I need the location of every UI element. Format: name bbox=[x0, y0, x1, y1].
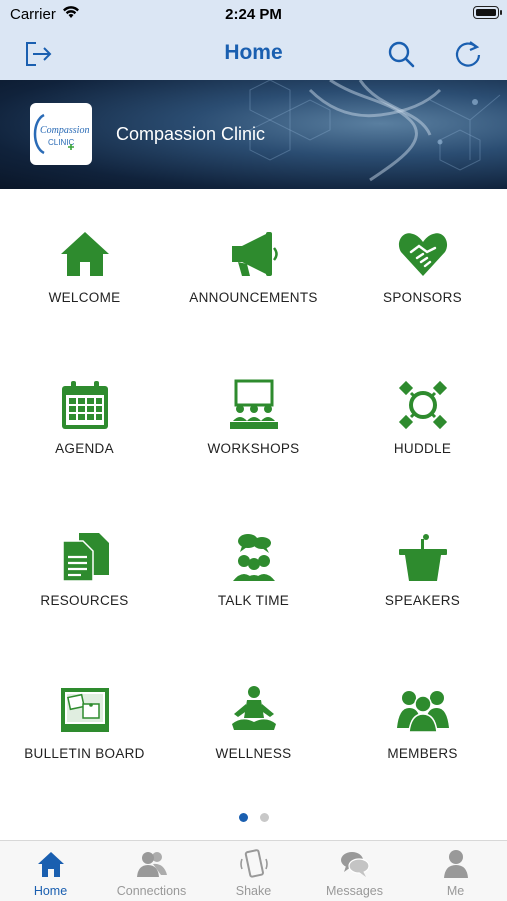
grid-item-wellness[interactable]: WELLNESS bbox=[169, 684, 338, 794]
tab-shake[interactable]: Shake bbox=[203, 841, 304, 901]
organization-logo: Compassion CLINIC bbox=[30, 103, 92, 165]
handshake-heart-icon bbox=[398, 233, 448, 276]
status-bar: Carrier 2:24 PM bbox=[0, 0, 507, 28]
home-icon bbox=[38, 852, 64, 877]
group-icon bbox=[397, 691, 449, 733]
page-indicator[interactable] bbox=[0, 813, 507, 823]
page-title: Home bbox=[224, 41, 283, 64]
presentation-audience-icon bbox=[230, 379, 278, 429]
grid-item-talk-time[interactable]: TALK TIME bbox=[169, 531, 338, 641]
grid-item-announcements[interactable]: ANNOUNCEMENTS bbox=[169, 228, 338, 338]
grid-item-label: MEMBERS bbox=[387, 746, 458, 761]
tab-label: Messages bbox=[326, 884, 383, 898]
grid-item-label: TALK TIME bbox=[217, 593, 290, 608]
grid-item-label: SPEAKERS bbox=[384, 593, 461, 608]
huddle-icon bbox=[398, 380, 448, 430]
grid-item-sponsors[interactable]: SPONSORS bbox=[338, 228, 507, 338]
grid-item-huddle[interactable]: HUDDLE bbox=[338, 379, 507, 489]
tab-label: Me bbox=[446, 884, 465, 898]
grid-item-speakers[interactable]: SPEAKERS bbox=[338, 531, 507, 641]
people-icon bbox=[137, 852, 167, 877]
tab-home[interactable]: Home bbox=[0, 841, 101, 901]
navigation-bar: Home bbox=[0, 28, 507, 80]
tab-bar: Home Connections Shake Messages Me bbox=[0, 840, 507, 901]
svg-text:Compassion: Compassion bbox=[40, 125, 89, 136]
tab-connections[interactable]: Connections bbox=[101, 841, 202, 901]
grid-item-bulletin-board[interactable]: BULLETIN BOARD bbox=[0, 684, 169, 794]
talk-people-icon bbox=[233, 534, 275, 581]
megaphone-icon bbox=[232, 232, 278, 276]
grid-item-members[interactable]: MEMBERS bbox=[338, 684, 507, 794]
grid-item-label: WELLNESS bbox=[215, 746, 292, 761]
grid-item-label: WELCOME bbox=[48, 290, 121, 305]
tab-messages[interactable]: Messages bbox=[304, 841, 405, 901]
phone-shake-icon bbox=[240, 849, 268, 878]
calendar-icon bbox=[62, 381, 108, 429]
tab-label: Home bbox=[33, 884, 68, 898]
bulletin-board-icon bbox=[61, 688, 109, 732]
documents-icon bbox=[62, 533, 109, 582]
grid-item-label: SPONSORS bbox=[383, 290, 462, 305]
grid-item-label: AGENDA bbox=[55, 441, 114, 456]
grid-item-welcome[interactable]: WELCOME bbox=[0, 228, 169, 338]
tab-me[interactable]: Me bbox=[405, 841, 506, 901]
grid-item-resources[interactable]: RESOURCES bbox=[0, 531, 169, 641]
page-dot[interactable] bbox=[260, 813, 269, 822]
battery-icon bbox=[473, 6, 502, 19]
grid-item-label: WORKSHOPS bbox=[207, 441, 300, 456]
home-icon bbox=[61, 232, 109, 276]
clock: 2:24 PM bbox=[225, 6, 282, 23]
compassion-clinic-logo: Compassion CLINIC bbox=[33, 113, 89, 155]
grid-item-label: ANNOUNCEMENTS bbox=[189, 290, 318, 305]
page-dot-active[interactable] bbox=[239, 813, 248, 822]
meditation-icon bbox=[232, 686, 276, 730]
search-icon[interactable] bbox=[385, 38, 417, 70]
grid-item-agenda[interactable]: AGENDA bbox=[0, 379, 169, 489]
tab-label: Connections bbox=[116, 884, 187, 898]
grid-item-workshops[interactable]: WORKSHOPS bbox=[169, 379, 338, 489]
podium-icon bbox=[399, 534, 447, 581]
refresh-icon[interactable] bbox=[452, 38, 484, 70]
grid-item-label: BULLETIN BOARD bbox=[24, 746, 145, 761]
organization-banner: Compassion CLINIC Compassion Clinic bbox=[0, 80, 507, 189]
person-icon bbox=[444, 850, 468, 878]
grid-item-label: HUDDLE bbox=[393, 441, 452, 456]
tab-label: Shake bbox=[235, 884, 272, 898]
grid-item-label: RESOURCES bbox=[40, 593, 129, 608]
chat-bubbles-icon bbox=[341, 852, 370, 877]
organization-name: Compassion Clinic bbox=[116, 124, 266, 144]
